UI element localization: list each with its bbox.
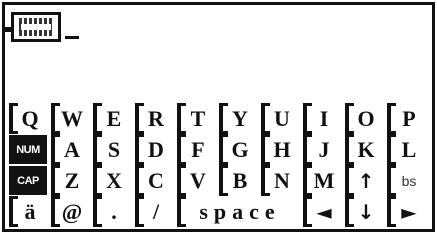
key-x[interactable]: X <box>93 165 131 196</box>
key-p[interactable]: P <box>387 103 427 134</box>
on-screen-keyboard: Q W E R T Y U I O P NUM A S D F G H J K … <box>5 103 432 229</box>
keyboard-row-4: ä @ . / space ◄ ↓ ► <box>5 196 432 227</box>
key-down-arrow-icon[interactable]: ↓ <box>345 196 383 227</box>
key-n[interactable]: N <box>261 165 299 196</box>
key-period[interactable]: . <box>93 196 131 227</box>
key-q[interactable]: Q <box>9 103 47 134</box>
key-backspace[interactable]: bs <box>387 165 427 196</box>
text-cursor <box>65 36 79 39</box>
key-z[interactable]: Z <box>51 165 89 196</box>
key-shift-up-icon[interactable]: ↑ <box>345 165 383 196</box>
key-w[interactable]: W <box>51 103 89 134</box>
key-r[interactable]: R <box>135 103 173 134</box>
key-at[interactable]: @ <box>51 196 89 227</box>
key-b[interactable]: B <box>219 165 257 196</box>
key-v[interactable]: V <box>177 165 215 196</box>
key-h[interactable]: H <box>261 134 299 165</box>
text-input-area[interactable] <box>5 5 432 103</box>
keyboard-screen: Q W E R T Y U I O P NUM A S D F G H J K … <box>2 2 435 232</box>
keyboard-row-3: CAP Z X C V B N M ↑ bs <box>5 165 432 196</box>
key-j[interactable]: J <box>303 134 341 165</box>
key-i[interactable]: I <box>303 103 341 134</box>
key-f[interactable]: F <box>177 134 215 165</box>
key-l[interactable]: L <box>387 134 427 165</box>
key-u[interactable]: U <box>261 103 299 134</box>
keyboard-row-2: NUM A S D F G H J K L <box>5 134 432 165</box>
keyboard-mode-icon <box>5 12 61 42</box>
key-g[interactable]: G <box>219 134 257 165</box>
key-s[interactable]: S <box>93 134 131 165</box>
key-d[interactable]: D <box>135 134 173 165</box>
key-space[interactable]: space <box>177 196 299 227</box>
key-e[interactable]: E <box>93 103 131 134</box>
key-k[interactable]: K <box>345 134 383 165</box>
key-t[interactable]: T <box>177 103 215 134</box>
key-left-arrow-icon[interactable]: ◄ <box>303 196 341 227</box>
key-num[interactable]: NUM <box>9 135 47 164</box>
key-m[interactable]: M <box>303 165 341 196</box>
key-y[interactable]: Y <box>219 103 257 134</box>
key-a[interactable]: A <box>51 134 89 165</box>
key-right-arrow-icon[interactable]: ► <box>387 196 427 227</box>
key-o[interactable]: O <box>345 103 383 134</box>
keyboard-row-1: Q W E R T Y U I O P <box>5 103 432 134</box>
key-caps[interactable]: CAP <box>9 166 47 195</box>
key-slash[interactable]: / <box>135 196 173 227</box>
key-c[interactable]: C <box>135 165 173 196</box>
key-a-umlaut[interactable]: ä <box>9 196 47 227</box>
